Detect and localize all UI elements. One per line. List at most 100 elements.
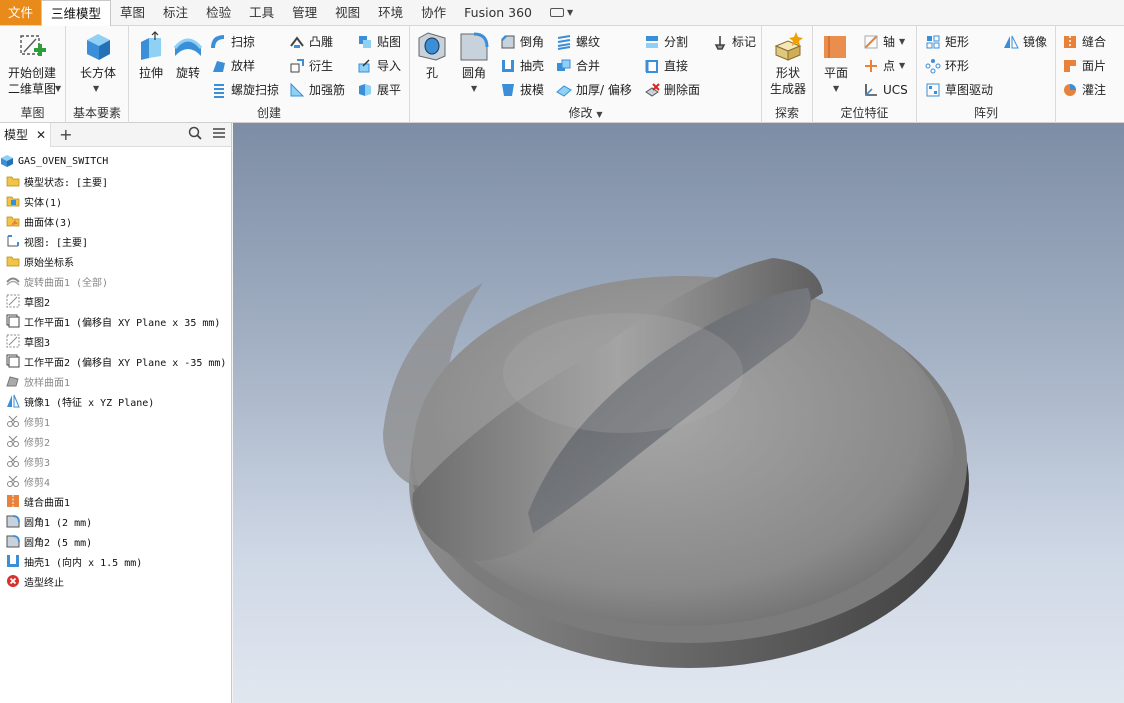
tree-node-label: 缝合曲面1 — [24, 497, 71, 509]
close-icon[interactable]: ✕ — [36, 128, 46, 142]
fillet-button[interactable]: 圆角 — [454, 30, 494, 81]
tree-node[interactable]: 旋转曲面1 (全部) — [0, 271, 231, 291]
point-icon — [863, 58, 879, 74]
thicken-offset-button[interactable]: 加厚/ 偏移 — [556, 80, 632, 100]
stitch-button[interactable]: 缝合 — [1062, 32, 1106, 52]
tree-node[interactable]: 修剪4 — [0, 471, 231, 491]
sweep-button[interactable]: 扫掠 — [211, 32, 255, 52]
tree-node[interactable]: 实体(1) — [0, 191, 231, 211]
axis-label: 轴 — [883, 35, 896, 49]
tab-fusion-360[interactable]: Fusion 360 — [455, 0, 541, 25]
delete-face-button[interactable]: 删除面 — [644, 80, 700, 100]
tree-node[interactable]: 草图2 — [0, 291, 231, 311]
browser-tab-model[interactable]: 模型 ✕ — [0, 122, 52, 147]
shell-label: 抽壳 — [520, 59, 545, 73]
shape-generator-button[interactable]: 形状 生成器 — [766, 30, 810, 97]
tab-tools[interactable]: 工具 — [240, 0, 283, 25]
tab-collaborate[interactable]: 协作 — [412, 0, 455, 25]
emboss-button[interactable]: 凸雕 — [289, 32, 333, 52]
axis-button[interactable]: 轴 ▼ — [863, 32, 905, 52]
tree-node[interactable]: 模型状态: [主要] — [0, 171, 231, 191]
rib-label: 加强筋 — [309, 83, 346, 97]
shell-icon — [6, 554, 20, 568]
tab-environments[interactable]: 环境 — [369, 0, 412, 25]
combine-button[interactable]: 合并 — [556, 56, 600, 76]
panel-modify: 孔 圆角 ▼ 倒角 抽壳 拔模 螺纹 合并 加厚/ 偏移 分割 直接 删除面 标… — [410, 26, 762, 123]
add-browser-tab-icon[interactable]: + — [51, 125, 80, 144]
tab-view[interactable]: 视图 — [326, 0, 369, 25]
browser-header: 模型 ✕ + — [0, 122, 231, 147]
decal-button[interactable]: 贴图 — [357, 32, 401, 52]
start-2d-sketch-button[interactable]: 开始创建 二维草图 — [2, 30, 62, 97]
circular-pattern-button[interactable]: 环形 — [925, 56, 969, 76]
tree-node[interactable]: 放样曲面1 — [0, 371, 231, 391]
point-button[interactable]: 点 ▼ — [863, 56, 905, 76]
tree-node[interactable]: 草图3 — [0, 331, 231, 351]
circular-pattern-icon — [925, 58, 941, 74]
search-icon[interactable] — [183, 126, 207, 144]
tree-node[interactable]: 缝合曲面1 — [0, 491, 231, 511]
loft-button[interactable]: 放样 — [211, 56, 255, 76]
tree-node[interactable]: 工作平面1 (偏移自 XY Plane x 35 mm) — [0, 311, 231, 331]
panel-surface: 缝合 面片 灌注 — [1056, 26, 1124, 123]
derive-button[interactable]: 衍生 — [289, 56, 333, 76]
patch-button[interactable]: 面片 — [1062, 56, 1106, 76]
draft-button[interactable]: 拔模 — [500, 80, 544, 100]
tree-root[interactable]: GAS_OVEN_SWITCH — [0, 151, 231, 171]
import-button[interactable]: 导入 — [357, 56, 401, 76]
plane-button[interactable]: 平面 — [817, 30, 855, 81]
panel-pattern: 矩形 环形 草图驱动 镜像 阵列 — [917, 26, 1056, 123]
tree-node[interactable]: 抽壳1 (向内 x 1.5 mm) — [0, 551, 231, 571]
panel-label-modify[interactable]: 修改 ▼ — [410, 104, 761, 121]
tab-sketch[interactable]: 草图 — [111, 0, 154, 25]
tree-node[interactable]: 曲面体(3) — [0, 211, 231, 231]
thread-button[interactable]: 螺纹 — [556, 32, 600, 52]
tree-node[interactable]: 修剪1 — [0, 411, 231, 431]
ucs-button[interactable]: UCS — [863, 80, 908, 100]
tree-node-label: 放样曲面1 — [24, 377, 71, 389]
browser-tab-label: 模型 — [4, 128, 29, 142]
mark-button[interactable]: 标记 — [712, 32, 756, 52]
split-button[interactable]: 分割 — [644, 32, 688, 52]
panel-label-work-features: 定位特征 — [840, 106, 889, 120]
coil-button[interactable]: 螺旋扫掠 — [211, 80, 279, 100]
rectangular-pattern-label: 矩形 — [945, 35, 970, 49]
tree-node[interactable]: 修剪3 — [0, 451, 231, 471]
sculpt-button[interactable]: 灌注 — [1062, 80, 1106, 100]
tree-node[interactable]: 视图: [主要] — [0, 231, 231, 251]
direct-edit-button[interactable]: 直接 — [644, 56, 688, 76]
ucs-label: UCS — [883, 83, 908, 97]
tree-node[interactable]: 圆角1 (2 mm) — [0, 511, 231, 531]
panel-sketch: 开始创建 二维草图 ▼ 草图 — [0, 26, 66, 123]
menu-icon[interactable] — [207, 126, 231, 144]
tab-manage[interactable]: 管理 — [283, 0, 326, 25]
tab-annotate[interactable]: 标注 — [154, 0, 197, 25]
shell-button[interactable]: 抽壳 — [500, 56, 544, 76]
tab-3d-model[interactable]: 三维模型 — [41, 0, 112, 27]
axis-icon — [863, 34, 879, 50]
revolve-label: 旋转 — [175, 66, 200, 80]
graphics-viewport[interactable] — [233, 123, 1124, 703]
revolve-button[interactable]: 旋转 — [172, 30, 204, 81]
tree-node[interactable]: 圆角2 (5 mm) — [0, 531, 231, 551]
box-button[interactable]: 长方体 — [78, 30, 118, 81]
file-menu[interactable]: 文件 — [0, 0, 42, 25]
rib-button[interactable]: 加强筋 — [289, 80, 345, 100]
hole-button[interactable]: 孔 — [414, 30, 450, 81]
tab-inspect[interactable]: 检验 — [197, 0, 240, 25]
tree-node[interactable]: 原始坐标系 — [0, 251, 231, 271]
ribbon-display-options[interactable]: ▼ — [541, 0, 582, 25]
tree-node[interactable]: 造型终止 — [0, 571, 231, 591]
tree-node[interactable]: 工作平面2 (偏移自 XY Plane x -35 mm) — [0, 351, 231, 371]
mirror-button[interactable]: 镜像 — [1003, 32, 1047, 52]
tree-node[interactable]: 镜像1 (特征 x YZ Plane) — [0, 391, 231, 411]
tree-node-label: 草图3 — [24, 337, 51, 349]
sketch-driven-pattern-button[interactable]: 草图驱动 — [925, 80, 993, 100]
chamfer-button[interactable]: 倒角 — [500, 32, 544, 52]
extrude-button[interactable]: 拉伸 — [135, 30, 167, 81]
tree-node[interactable]: 修剪2 — [0, 431, 231, 451]
panel-explore: 形状 生成器 探索 — [762, 26, 813, 123]
unfold-button[interactable]: 展平 — [357, 80, 401, 100]
rectangular-pattern-button[interactable]: 矩形 — [925, 32, 969, 52]
import-icon — [357, 58, 373, 74]
